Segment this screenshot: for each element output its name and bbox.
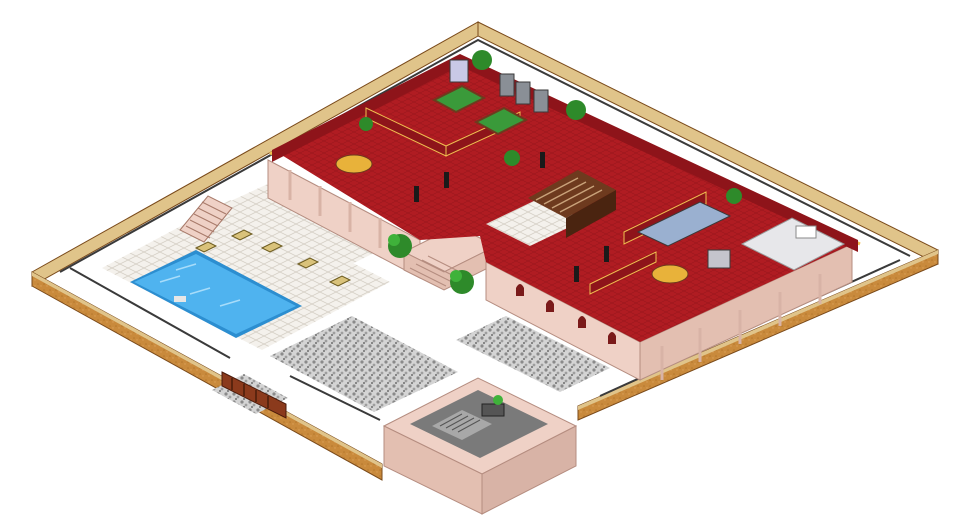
villa-scene (0, 0, 960, 528)
isometric-villa-art (31, 21, 939, 516)
